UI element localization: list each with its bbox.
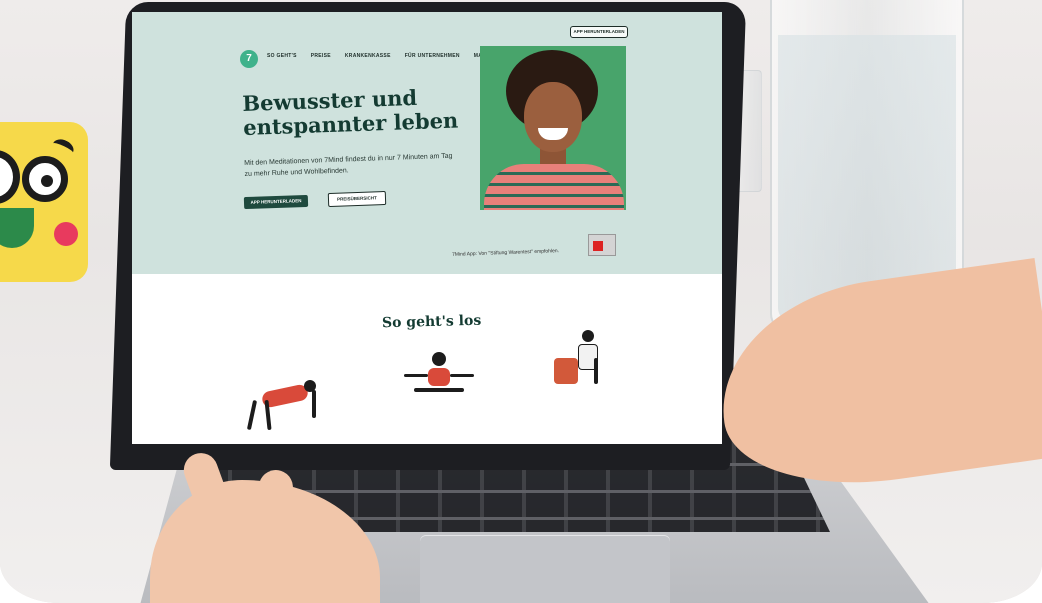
illustration-sitting (548, 328, 618, 398)
nav-item-unternehmen[interactable]: FÜR UNTERNEHMEN (405, 53, 460, 59)
nav-item-preise[interactable]: PREISE (311, 53, 331, 59)
photo-shirt (484, 164, 624, 210)
section-title: So geht's los (381, 312, 482, 332)
site-logo[interactable]: 7 (240, 50, 258, 68)
photo-scene: 7 SO GEHT'S PREISE KRANKENKASSE FÜR UNTE… (0, 0, 1042, 603)
mascot-eye-right (22, 156, 68, 202)
site-nav: SO GEHT'S PREISE KRANKENKASSE FÜR UNTERN… (267, 53, 499, 59)
photo-face (524, 82, 582, 152)
stiftung-warentest-badge-icon (588, 234, 616, 256)
mascot-cheek (54, 222, 78, 246)
nav-item-so-gehts[interactable]: SO GEHT'S (267, 53, 297, 59)
mascot-eye-left (0, 150, 20, 204)
laptop-trackpad (420, 535, 670, 603)
hero-photo (480, 46, 626, 210)
hero-download-button[interactable]: APP HERUNTERLADEN (243, 194, 309, 210)
hero-title: Bewusster und entspannter leben (241, 84, 459, 140)
nav-download-button[interactable]: APP HERUNTERLADEN (570, 26, 628, 38)
illustration-stretching (242, 374, 332, 434)
laptop-screen: 7 SO GEHT'S PREISE KRANKENKASSE FÜR UNTE… (132, 12, 722, 444)
mascot-mouth (0, 208, 34, 248)
nav-item-krankenkasse[interactable]: KRANKENKASSE (345, 53, 391, 59)
site-hero-section (132, 12, 722, 274)
illustration-meditating (394, 350, 484, 410)
mascot-badge (0, 122, 88, 282)
hero-pricing-button[interactable]: PREISÜBERSICHT (327, 190, 387, 208)
mascot-brow (49, 136, 77, 160)
